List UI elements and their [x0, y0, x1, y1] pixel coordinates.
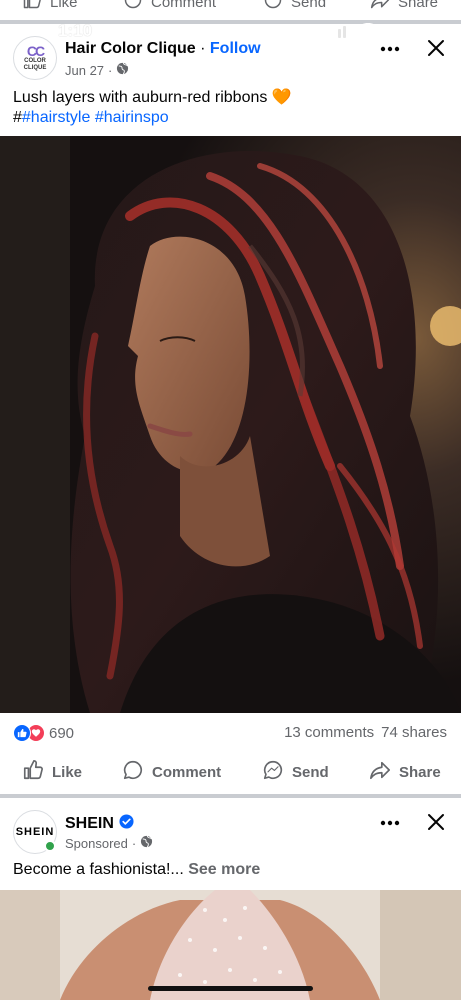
- like-label: Like: [52, 763, 83, 781]
- avatar-logo: CC: [26, 43, 45, 59]
- send-button[interactable]: Send: [262, 756, 329, 788]
- share-icon: [370, 0, 390, 14]
- previous-post-actions: Like Comment Send Share: [0, 0, 461, 20]
- more-icon: [380, 813, 400, 831]
- comment-button[interactable]: Comment: [122, 756, 221, 788]
- sponsored-text: Become a fashionista!... See more: [13, 861, 260, 879]
- engagement-counts: 13 comments 74 shares: [284, 724, 447, 741]
- hashtag-link[interactable]: #hairinspo: [95, 109, 169, 126]
- page-avatar[interactable]: CC COLOR CLIQUE: [13, 36, 57, 80]
- sponsored-photo[interactable]: [0, 890, 461, 1000]
- sponsor-name[interactable]: SHEIN: [65, 815, 114, 833]
- like-button[interactable]: Like: [22, 756, 82, 788]
- sponsor-meta-separator: ·: [131, 835, 137, 851]
- close-button[interactable]: [426, 38, 448, 60]
- sponsored-body: Become a fashionista!...: [13, 861, 184, 878]
- shares-count[interactable]: 74 shares: [381, 724, 447, 741]
- page-name-row: Hair Color Clique · Follow: [65, 40, 261, 58]
- post-action-bar: Like Comment Send Share: [0, 756, 461, 788]
- prev-send-label: Send: [291, 0, 327, 11]
- prev-send-button[interactable]: Send: [263, 0, 326, 14]
- like-icon: [22, 759, 44, 785]
- hashtag-prefix: #: [13, 109, 22, 126]
- prev-comment-label: Comment: [151, 0, 217, 11]
- post-photo[interactable]: [0, 136, 461, 713]
- sponsor-name-row: SHEIN: [65, 814, 134, 834]
- share-icon: [369, 759, 391, 785]
- prev-share-button[interactable]: Share: [370, 0, 438, 14]
- post-caption: Lush layers with auburn-red ribbons 🧡: [13, 89, 292, 106]
- verified-badge-icon: [119, 814, 134, 834]
- post-photo-illustration: [0, 136, 461, 713]
- send-icon: [262, 759, 284, 785]
- globe-icon: [140, 835, 153, 851]
- sponsor-close-button[interactable]: [426, 812, 448, 834]
- prev-comment-button[interactable]: Comment: [123, 0, 216, 14]
- comment-icon: [122, 759, 144, 785]
- comments-count[interactable]: 13 comments: [284, 724, 374, 741]
- more-icon: [380, 39, 400, 57]
- like-reaction-icon: [13, 724, 31, 742]
- sponsored-post-header: SHEIN SHEIN Sponsored ·: [0, 808, 461, 864]
- reaction-count: 690: [49, 724, 75, 742]
- share-button[interactable]: Share: [369, 756, 441, 788]
- sponsored-label: Sponsored: [65, 835, 128, 851]
- sponsor-meta: Sponsored ·: [65, 835, 153, 851]
- hashtag-link[interactable]: #hairstyle: [22, 109, 90, 126]
- send-label: Send: [292, 763, 329, 781]
- like-icon: [22, 0, 42, 14]
- post-meta: Jun 27 ·: [65, 62, 129, 78]
- follow-button[interactable]: Follow: [210, 40, 261, 57]
- comment-icon: [123, 0, 143, 14]
- reactions-summary[interactable]: 690: [13, 722, 74, 744]
- send-icon: [263, 0, 283, 14]
- share-label: Share: [399, 763, 441, 781]
- home-indicator[interactable]: [148, 986, 313, 991]
- close-icon: [426, 40, 446, 62]
- sponsored-photo-illustration: [0, 890, 461, 1000]
- close-icon: [426, 814, 446, 836]
- prev-like-button[interactable]: Like: [22, 0, 78, 14]
- avatar-text-bottom: CLIQUE: [23, 65, 47, 71]
- comment-label: Comment: [152, 763, 222, 781]
- feed-separator: [0, 794, 461, 798]
- sponsor-more-button[interactable]: [378, 812, 402, 832]
- globe-icon: [116, 62, 129, 78]
- see-more-link[interactable]: See more: [188, 861, 260, 878]
- date-separator: ·: [108, 62, 113, 78]
- post-hashtags: ##hairstyle #hairinspo: [13, 108, 169, 128]
- name-separator: ·: [195, 40, 210, 57]
- screen: Like Comment Send Share 1:10 CC COLOR CL…: [0, 0, 461, 1000]
- post-date[interactable]: Jun 27: [65, 63, 104, 78]
- avatar-text-top: COLOR: [24, 58, 46, 64]
- more-button[interactable]: [378, 38, 402, 58]
- online-indicator: [44, 840, 56, 852]
- prev-share-label: Share: [398, 0, 439, 11]
- post-header: CC COLOR CLIQUE Hair Color Clique · Foll…: [0, 32, 461, 88]
- prev-like-label: Like: [50, 0, 78, 11]
- page-name[interactable]: Hair Color Clique: [65, 40, 196, 57]
